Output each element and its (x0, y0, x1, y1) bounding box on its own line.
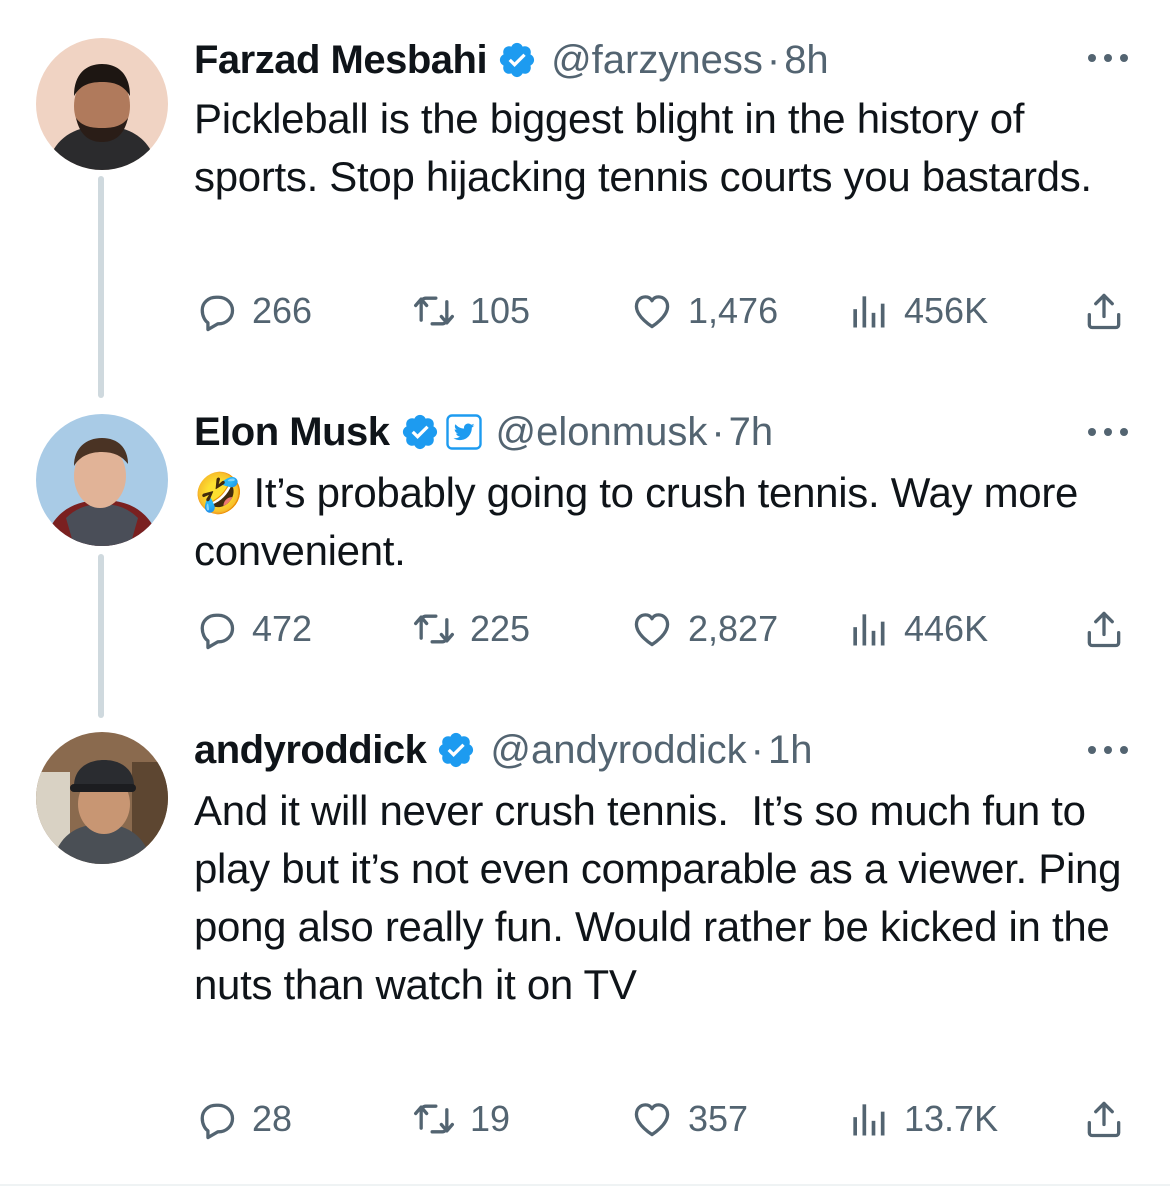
reply-button[interactable]: 472 (194, 604, 312, 654)
retweet-button[interactable]: 225 (412, 604, 530, 654)
tweet-header: andyroddick @andyroddick · 1h (194, 722, 812, 778)
twitter-affiliate-badge-icon[interactable] (445, 414, 482, 450)
reply-icon (194, 607, 238, 651)
tweet-text: Pickleball is the biggest blight in the … (194, 95, 1092, 200)
like-icon (630, 289, 674, 333)
separator-dot: · (711, 409, 725, 454)
reply-icon (194, 289, 238, 333)
views-button[interactable]: 13.7K (846, 1094, 998, 1144)
retweet-count: 225 (470, 608, 531, 649)
like-count: 357 (688, 1098, 749, 1139)
share-icon (1082, 1097, 1126, 1141)
tweet-text: 🤣 It’s probably going to crush tennis. Wa… (194, 464, 1134, 580)
share-icon (1082, 289, 1126, 333)
like-button[interactable]: 1,476 (630, 286, 778, 336)
separator-dot: · (766, 37, 781, 82)
retweet-button[interactable]: 105 (412, 286, 530, 336)
views-count: 13.7K (904, 1098, 999, 1139)
tweet-elonmusk[interactable]: Elon Musk @elonmusk · 7h 🤣 It’s probably … (0, 380, 1170, 700)
avatar[interactable] (36, 732, 168, 864)
tweet-header: Elon Musk @elonmusk · 7h (194, 404, 773, 460)
rolling-laughing-emoji: 🤣 (194, 472, 244, 516)
author-name[interactable]: Farzad Mesbahi (194, 38, 488, 83)
reply-icon (194, 1097, 238, 1141)
reply-button[interactable]: 266 (194, 286, 312, 336)
retweet-icon (412, 1097, 456, 1141)
like-count: 1,476 (688, 290, 779, 331)
avatar[interactable] (36, 38, 168, 170)
verified-badge-icon[interactable] (497, 40, 537, 80)
retweet-icon (412, 607, 456, 651)
avatar[interactable] (36, 414, 168, 546)
like-button[interactable]: 357 (630, 1094, 748, 1144)
reply-button[interactable]: 28 (194, 1094, 292, 1144)
author-handle[interactable]: @elonmusk (496, 410, 708, 455)
tweet-actions: 472 225 2,827 446K (194, 604, 1134, 654)
separator-dot: · (750, 727, 764, 772)
verified-badge-icon[interactable] (436, 730, 476, 770)
tweet-andyroddick[interactable]: andyroddick @andyroddick · 1h And it wil… (0, 700, 1170, 1184)
like-icon (630, 607, 674, 651)
tweet-text: And it will never crush tennis. It’s so … (194, 787, 1133, 1008)
retweet-count: 105 (470, 290, 531, 331)
views-count: 456K (904, 290, 989, 331)
reply-count: 472 (252, 608, 313, 649)
share-icon (1082, 607, 1126, 651)
verified-badge-icon[interactable] (400, 412, 440, 452)
tweet-text-body: It’s probably going to crush tennis. Way… (194, 469, 1090, 574)
reply-count: 266 (252, 290, 313, 331)
views-button[interactable]: 456K (846, 286, 988, 336)
divider (0, 1184, 1170, 1186)
tweet-farzyness[interactable]: Farzad Mesbahi @farzyness · 8h Picklebal… (0, 0, 1170, 380)
timestamp[interactable]: 7h (729, 410, 774, 455)
tweet-header: Farzad Mesbahi @farzyness · 8h (194, 32, 829, 88)
views-count: 446K (904, 608, 989, 649)
more-options-icon[interactable] (1084, 740, 1132, 760)
more-options-icon[interactable] (1084, 48, 1132, 68)
views-icon (846, 289, 890, 333)
views-icon (846, 607, 890, 651)
timestamp[interactable]: 1h (768, 728, 813, 773)
author-handle[interactable]: @farzyness (551, 38, 763, 83)
author-handle[interactable]: @andyroddick (490, 728, 746, 773)
views-button[interactable]: 446K (846, 604, 988, 654)
retweet-button[interactable]: 19 (412, 1094, 510, 1144)
like-button[interactable]: 2,827 (630, 604, 778, 654)
author-name[interactable]: Elon Musk (194, 410, 390, 455)
share-button[interactable] (1082, 1094, 1140, 1144)
timestamp[interactable]: 8h (784, 38, 829, 83)
reply-count: 28 (252, 1098, 293, 1139)
more-options-icon[interactable] (1084, 422, 1132, 442)
views-icon (846, 1097, 890, 1141)
author-name[interactable]: andyroddick (194, 728, 427, 773)
tweet-actions: 266 105 1,476 456K (194, 286, 1134, 336)
retweet-icon (412, 289, 456, 333)
like-icon (630, 1097, 674, 1141)
share-button[interactable] (1082, 286, 1140, 336)
retweet-count: 19 (470, 1098, 511, 1139)
share-button[interactable] (1082, 604, 1140, 654)
tweet-actions: 28 19 357 13.7K (194, 1094, 1134, 1144)
like-count: 2,827 (688, 608, 779, 649)
